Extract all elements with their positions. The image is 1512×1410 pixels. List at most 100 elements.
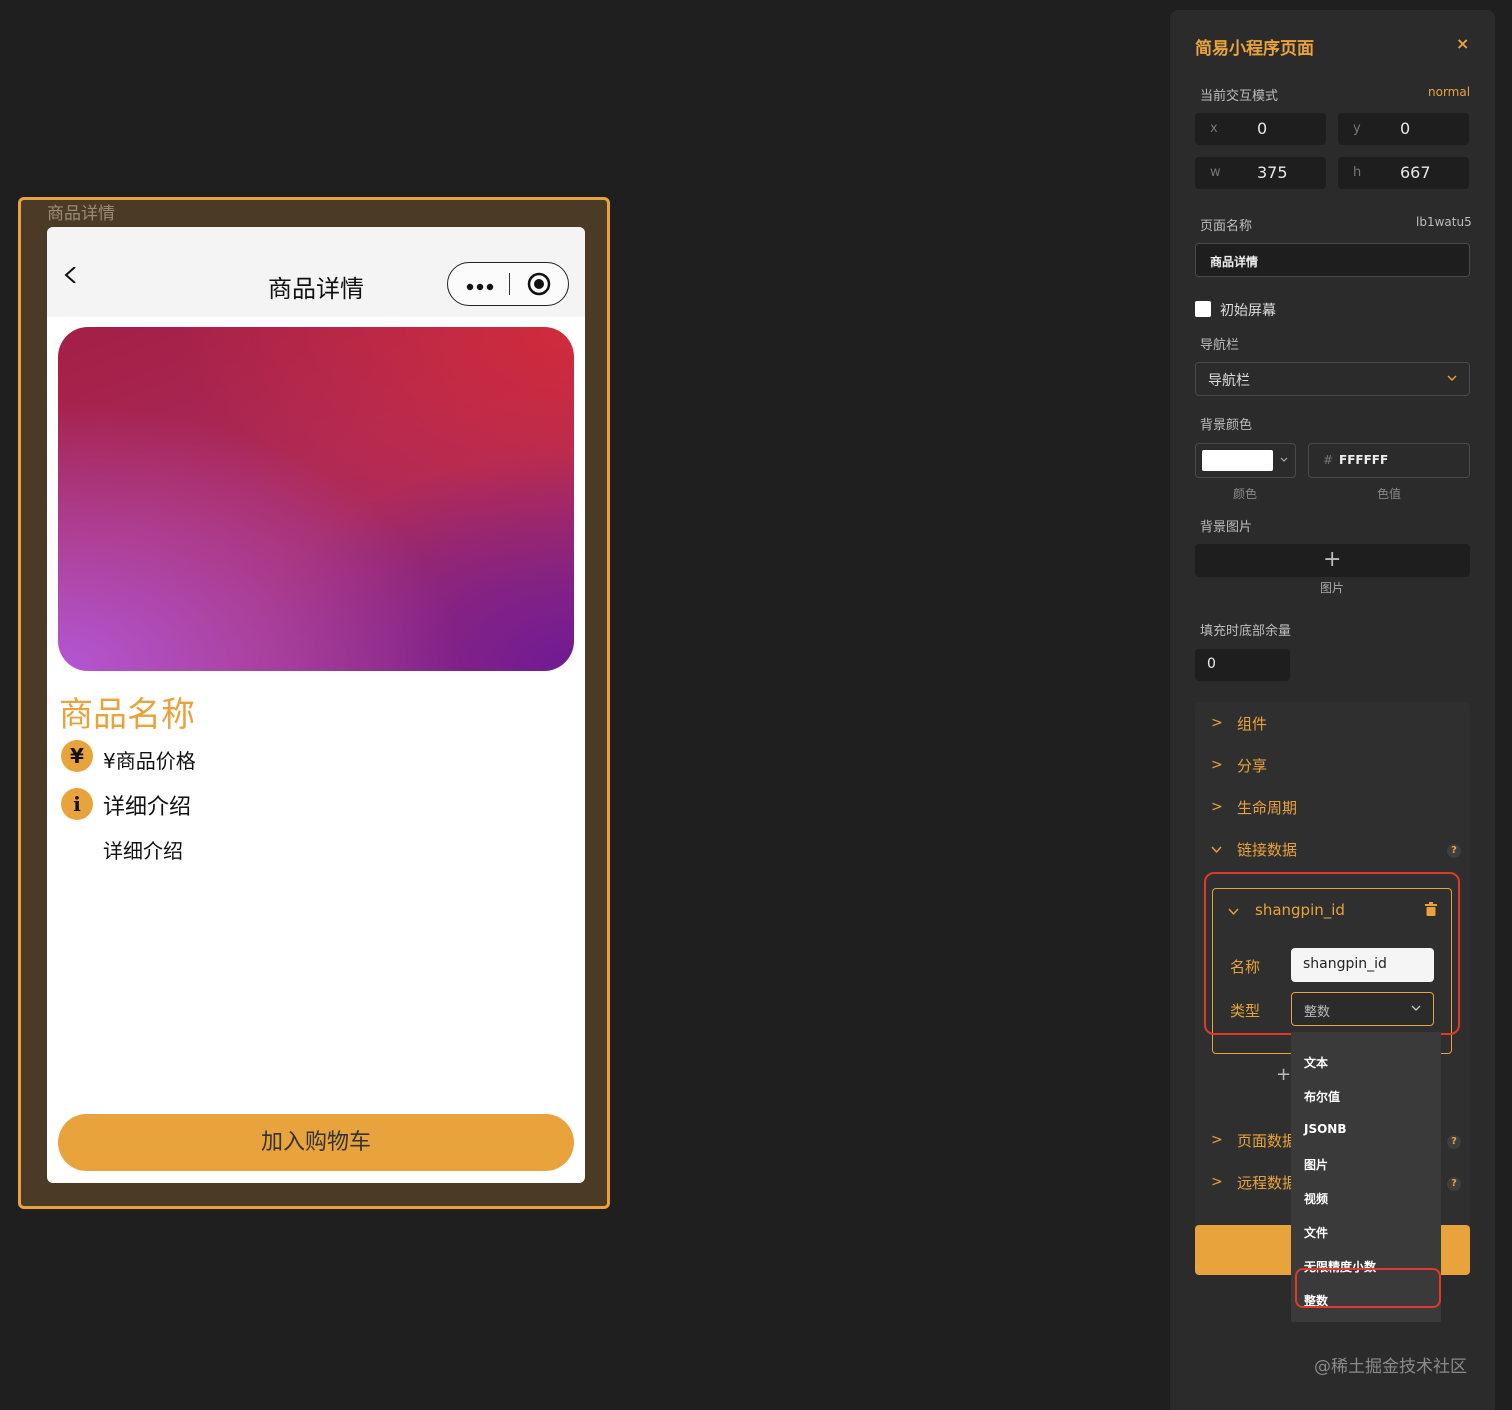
product-name: 商品名称 — [59, 695, 195, 735]
page-name-value: 商品详情 — [1210, 255, 1259, 269]
bottom-fill-label: 填充时底部余量 — [1200, 624, 1292, 639]
initial-screen-label: 初始屏幕 — [1220, 303, 1276, 319]
option-label: 文件 — [1304, 1226, 1329, 1240]
capsule-menu[interactable] — [447, 262, 569, 306]
name-input[interactable]: shangpin_id — [1291, 948, 1434, 982]
section-label: 分享 — [1237, 757, 1268, 775]
chevron-right-icon: > — [1211, 715, 1223, 731]
add-to-cart-button[interactable]: 加入购物车 — [58, 1114, 574, 1171]
name-label: 名称 — [1230, 958, 1261, 976]
image-caption: 图片 — [1320, 581, 1345, 595]
hash-symbol: # — [1323, 453, 1334, 467]
chevron-right-icon: > — [1211, 1132, 1223, 1148]
phone-preview: 商品详情 商品名称 ¥ ¥商品价格 i 详细介绍 详细介绍 加入购物车 — [47, 227, 585, 1183]
navbar-select-value: 导航栏 — [1208, 373, 1250, 389]
chevron-down-icon[interactable] — [1228, 908, 1239, 916]
help-icon[interactable]: ? — [1447, 1177, 1461, 1191]
type-select-value: 整数 — [1304, 1005, 1331, 1020]
type-option[interactable]: 布尔值 — [1291, 1078, 1441, 1112]
w-value: 375 — [1257, 163, 1288, 182]
color-picker[interactable] — [1195, 443, 1296, 478]
chevron-down-icon — [1447, 375, 1457, 381]
option-label: JSONB — [1304, 1122, 1347, 1136]
height-input[interactable]: h 667 — [1338, 157, 1469, 189]
section-label: 远程数据 — [1237, 1174, 1298, 1192]
section-label: 页面数据 — [1237, 1132, 1298, 1150]
product-image — [58, 327, 574, 671]
close-icon[interactable]: × — [1456, 34, 1469, 53]
navbar-label: 导航栏 — [1200, 338, 1240, 353]
option-label: 布尔值 — [1304, 1090, 1341, 1104]
type-option[interactable]: 文件 — [1291, 1214, 1441, 1248]
option-label: 文本 — [1304, 1056, 1329, 1070]
chevron-right-icon: > — [1211, 757, 1223, 773]
bottom-fill-input[interactable]: 0 — [1195, 649, 1290, 681]
help-icon[interactable]: ? — [1447, 844, 1461, 858]
section-label: 生命周期 — [1237, 799, 1298, 817]
detail-body: 详细介绍 — [103, 839, 183, 863]
y-input[interactable]: y 0 — [1338, 113, 1469, 145]
x-input[interactable]: x 0 — [1195, 113, 1326, 145]
chevron-right-icon: > — [1211, 1174, 1223, 1190]
product-price: ¥商品价格 — [103, 749, 196, 773]
color-caption: 颜色 — [1233, 487, 1258, 501]
section-share[interactable]: > 分享 — [1195, 753, 1470, 783]
trash-icon[interactable] — [1425, 902, 1437, 916]
w-label: w — [1210, 165, 1221, 180]
section-lifecycle[interactable]: > 生命周期 — [1195, 795, 1470, 825]
color-hex-value: FFFFFF — [1339, 453, 1389, 467]
color-hex-input[interactable]: # FFFFFF — [1308, 443, 1470, 478]
section-components[interactable]: > 组件 — [1195, 711, 1470, 741]
type-select[interactable]: 整数 — [1291, 992, 1434, 1026]
properties-panel: 简易小程序页面 × 当前交互模式 normal x 0 y 0 w 375 h … — [1170, 10, 1495, 1410]
add-link-data-icon[interactable]: + — [1276, 1064, 1291, 1085]
yen-icon: ¥ — [61, 740, 93, 772]
page-id: lb1watu5 — [1416, 215, 1472, 229]
page-name-input[interactable]: 商品详情 — [1195, 243, 1470, 277]
link-data-name: shangpin_id — [1255, 901, 1345, 919]
y-value: 0 — [1400, 119, 1411, 138]
chevron-right-icon: > — [1211, 799, 1223, 815]
type-label: 类型 — [1230, 1002, 1261, 1020]
info-icon: i — [61, 788, 93, 820]
type-option[interactable]: 视频 — [1291, 1180, 1441, 1214]
bg-color-label: 背景颜色 — [1200, 418, 1253, 433]
type-option[interactable]: JSONB — [1291, 1112, 1441, 1146]
y-label: y — [1353, 121, 1361, 136]
width-input[interactable]: w 375 — [1195, 157, 1326, 189]
x-label: x — [1210, 121, 1218, 136]
panel-title: 简易小程序页面 — [1195, 39, 1314, 59]
type-option[interactable]: 文本 — [1291, 1044, 1441, 1078]
option-label: 视频 — [1304, 1192, 1329, 1206]
type-option[interactable]: 图片 — [1291, 1146, 1441, 1180]
capsule-divider — [509, 273, 510, 295]
detail-title: 详细介绍 — [103, 795, 192, 820]
section-label: 组件 — [1237, 715, 1268, 733]
mode-label: 当前交互模式 — [1200, 89, 1279, 104]
h-value: 667 — [1400, 163, 1431, 182]
add-image-button[interactable]: + — [1195, 544, 1470, 577]
highlight-annotation — [1295, 1268, 1441, 1308]
x-value: 0 — [1257, 119, 1268, 138]
color-swatch — [1202, 450, 1273, 471]
option-label: 图片 — [1304, 1158, 1329, 1172]
page-frame-title: 商品详情 — [47, 204, 115, 224]
help-icon[interactable]: ? — [1447, 1135, 1461, 1149]
more-dots-icon[interactable] — [466, 283, 494, 291]
watermark: @稀土掘金技术社区 — [1314, 1357, 1467, 1377]
section-label: 链接数据 — [1237, 841, 1298, 859]
mode-value: normal — [1428, 85, 1471, 99]
value-caption: 色值 — [1377, 487, 1402, 501]
bottom-fill-value: 0 — [1207, 656, 1216, 672]
h-label: h — [1353, 165, 1362, 180]
page-name-label: 页面名称 — [1200, 219, 1253, 234]
chevron-down-icon — [1211, 846, 1222, 854]
name-input-value: shangpin_id — [1303, 956, 1387, 972]
close-target-icon[interactable] — [527, 272, 551, 296]
phone-navbar: 商品详情 — [47, 227, 585, 317]
initial-screen-checkbox[interactable] — [1195, 301, 1211, 317]
section-link-data[interactable]: 链接数据 ? — [1195, 837, 1470, 867]
bg-image-label: 背景图片 — [1200, 520, 1253, 535]
navbar-select[interactable]: 导航栏 — [1195, 362, 1470, 396]
plus-icon: + — [1323, 547, 1342, 572]
